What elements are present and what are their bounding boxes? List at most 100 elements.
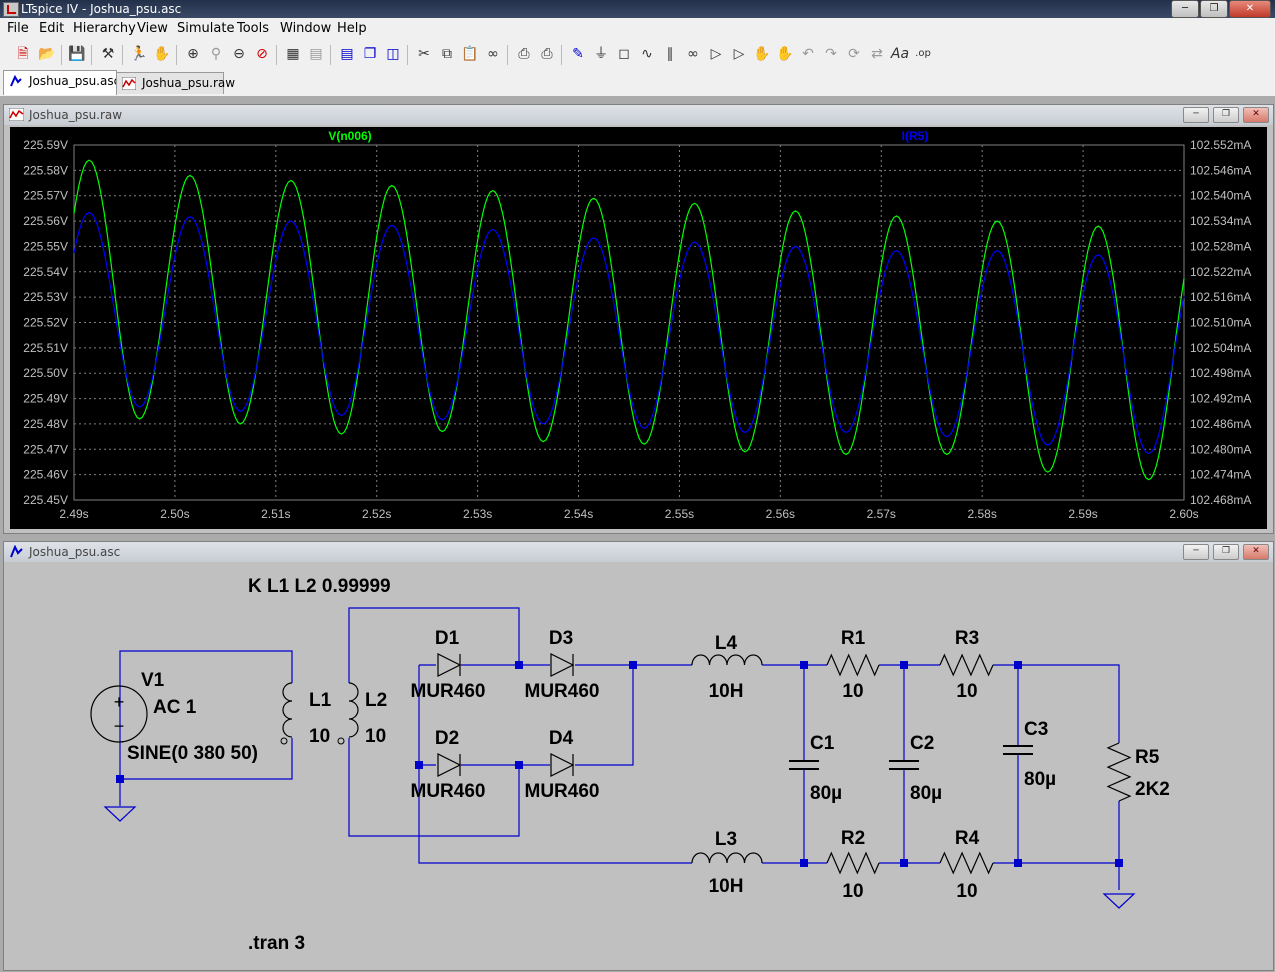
text-icon[interactable]: Aa [890,44,910,64]
cascade-icon[interactable]: ❐ [360,44,380,64]
spice-directive-icon[interactable]: .op [913,44,933,64]
junction-dot [629,661,637,669]
mirror-icon[interactable]: ⇄ [867,44,887,64]
print-icon[interactable]: ⎙ [537,44,557,64]
right-y-tick-label: 102.504mA [1190,341,1251,355]
tab-waveform[interactable]: Joshua_psu.raw [116,72,235,94]
zoom-out-icon[interactable]: ⊖ [229,44,249,64]
menu-help[interactable]: Help [337,21,367,36]
undo-icon[interactable]: ↶ [798,44,818,64]
diode-d2 [437,753,462,777]
schematic-window-title-bar: Joshua_psu.asc ─ ❐ ✕ [4,542,1273,562]
plot-close-button[interactable]: ✕ [1243,107,1269,123]
waveform-icon [9,108,24,121]
diode-icon[interactable]: ▷ [706,44,726,64]
value-d3: MUR460 [525,681,600,702]
menu-window[interactable]: Window [280,21,331,36]
redo-icon[interactable]: ↷ [821,44,841,64]
tab-schematic[interactable]: Joshua_psu.asc [3,70,121,95]
zoom-area-icon[interactable]: ⚲ [206,44,226,64]
inductor-icon[interactable]: ∞ [683,44,703,64]
waveform-icon [122,77,136,90]
trace-label-0: V(n006) [328,129,371,143]
schematic-close-button[interactable]: ✕ [1243,544,1269,560]
schematic-window: Joshua_psu.asc ─ ❐ ✕ + − K L1 L2 0.99999 .t… [3,541,1274,971]
x-tick-label: 2.50s [160,507,189,521]
drag-icon[interactable]: ✋ [775,44,795,64]
new-schematic-icon[interactable]: 🗎 [13,44,33,64]
restore-button[interactable]: ❐ [1200,0,1228,18]
menu-simulate[interactable]: Simulate [177,21,234,36]
open-icon[interactable]: 📂 [37,44,57,64]
menu-view[interactable]: View [137,21,168,36]
junction-dot [1014,859,1022,867]
label-l3: L3 [715,829,737,850]
component-icon[interactable]: ▷ [729,44,749,64]
x-tick-label: 2.56s [766,507,795,521]
menu-hierarchy[interactable]: Hierarchy [73,21,136,36]
inductor-l4 [691,654,763,666]
right-y-tick-label: 102.486mA [1190,417,1251,431]
halt-icon[interactable]: ✋ [152,44,172,64]
resistor-icon[interactable]: ∿ [637,44,657,64]
tab-schematic-label: Joshua_psu.asc [29,74,121,88]
label-d4: D4 [549,728,574,749]
menu-tools[interactable]: Tools [237,21,269,36]
minimize-button[interactable]: ─ [1171,0,1199,18]
cut-icon[interactable]: ✂ [414,44,434,64]
ground-symbol [1102,893,1136,909]
x-tick-label: 2.59s [1068,507,1097,521]
schematic-window-title: Joshua_psu.asc [29,545,121,559]
menu-edit[interactable]: Edit [39,21,64,36]
waveform-chart[interactable]: 2.49s 2.50s 2.51s 2.52s 2.53s 2.54s 2.55s 2.56s… [10,127,1267,529]
control-panel-icon[interactable]: ⚒ [98,44,118,64]
plot-minimize-button[interactable]: ─ [1183,107,1209,123]
plot-restore-button[interactable]: ❐ [1213,107,1239,123]
left-y-tick-label: 225.45V [23,493,68,507]
zoom-in-icon[interactable]: ⊕ [183,44,203,64]
junction-dot [1014,661,1022,669]
run-icon[interactable]: 🏃 [129,44,149,64]
label-r1: R1 [841,628,866,649]
manual-limits-icon[interactable]: ▤ [306,44,326,64]
capacitor-icon[interactable]: ∥ [660,44,680,64]
junction-dot [515,661,523,669]
ground-icon[interactable]: ⏚ [591,44,611,64]
left-y-tick-label: 225.57V [23,189,68,203]
junction-dot [116,775,124,783]
find-icon[interactable]: ∞ [483,44,503,64]
menu-bar: File Edit Hierarchy View Simulate Tools … [0,18,1275,40]
rotate-icon[interactable]: ⟳ [844,44,864,64]
resistor-r5 [1106,742,1132,802]
save-icon[interactable]: 💾 [67,44,87,64]
label-c1: C1 [810,733,835,754]
tile-horizontal-icon[interactable]: ▤ [337,44,357,64]
junction-dot [900,859,908,867]
autorange-icon[interactable]: ▦ [283,44,303,64]
paste-icon[interactable]: 📋 [460,44,480,64]
resistor-r2 [826,851,880,875]
menu-file[interactable]: File [7,21,29,36]
schematic-minimize-button[interactable]: ─ [1183,544,1209,560]
left-y-tick-label: 225.56V [23,214,68,228]
label-icon[interactable]: ◻ [614,44,634,64]
schematic-canvas[interactable]: + − K L1 L2 0.99999 .tran 3 V1 AC 1 SINE(0 380… [10,564,1267,966]
close-button[interactable]: ✕ [1229,0,1271,18]
x-tick-label: 2.58s [968,507,997,521]
right-y-tick-label: 102.540mA [1190,189,1251,203]
zoom-cancel-icon[interactable]: ⊘ [252,44,272,64]
junction-dot [800,661,808,669]
right-y-tick-label: 102.468mA [1190,493,1251,507]
wire [993,664,1120,743]
copy-icon[interactable]: ⧉ [437,44,457,64]
trace-label-1: I(R5) [902,129,929,143]
move-icon[interactable]: ✋ [752,44,772,64]
tile-vertical-icon[interactable]: ◫ [383,44,403,64]
left-y-tick-label: 225.48V [23,417,68,431]
schematic-restore-button[interactable]: ❐ [1213,544,1239,560]
right-y-tick-label: 102.510mA [1190,316,1251,330]
label-l2: L2 [365,690,387,711]
diode-d4 [550,753,575,777]
wire-icon[interactable]: ✎ [568,44,588,64]
print-preview-icon[interactable]: ⎙ [514,44,534,64]
